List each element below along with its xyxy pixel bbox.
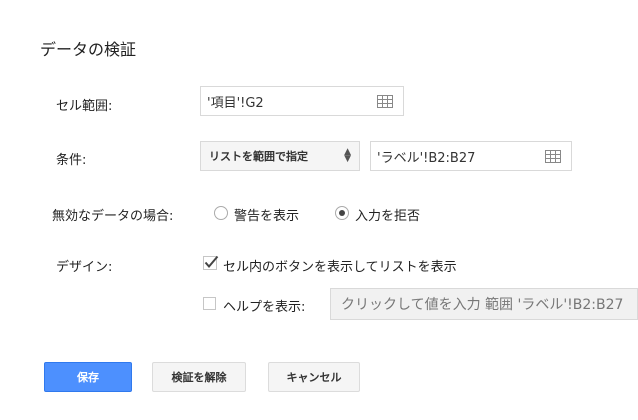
- design-label: デザイン:: [56, 260, 113, 275]
- radio-show-warning-label[interactable]: 警告を表示: [234, 205, 299, 224]
- select-arrows-icon: ▲ ▼: [344, 147, 351, 164]
- criteria-type-select[interactable]: リストを範囲で指定 ▲ ▼: [200, 141, 360, 171]
- cell-range-label: セル範囲:: [56, 99, 113, 114]
- cell-range-value: '項目'!G2: [207, 95, 264, 111]
- cancel-button[interactable]: キャンセル: [268, 362, 360, 392]
- checkbox-show-help[interactable]: [203, 297, 216, 310]
- remove-validation-button[interactable]: 検証を解除: [152, 362, 246, 392]
- criteria-range-value: 'ラベル'!B2:B27: [377, 150, 476, 166]
- criteria-range-input[interactable]: 'ラベル'!B2:B27: [370, 141, 572, 171]
- help-text-value: クリックして値を入力 範囲 'ラベル'!B2:B27: [341, 297, 624, 313]
- invalid-data-label: 無効なデータの場合:: [52, 209, 174, 224]
- checkbox-show-button[interactable]: [203, 255, 219, 270]
- checkbox-show-help-label[interactable]: ヘルプを表示:: [223, 296, 305, 315]
- grid-icon[interactable]: [545, 150, 561, 163]
- criteria-label: 条件:: [56, 153, 87, 168]
- cell-range-input[interactable]: '項目'!G2: [200, 86, 404, 116]
- criteria-type-value: リストを範囲で指定: [209, 150, 308, 163]
- checkbox-show-button-label[interactable]: セル内のボタンを表示してリストを表示: [223, 256, 457, 275]
- radio-reject-input-label[interactable]: 入力を拒否: [355, 205, 420, 224]
- help-text-input[interactable]: クリックして値を入力 範囲 'ラベル'!B2:B27: [330, 288, 638, 320]
- radio-reject-input[interactable]: [335, 206, 349, 220]
- dialog-title: データの検証: [40, 40, 137, 59]
- radio-show-warning[interactable]: [214, 206, 228, 220]
- grid-icon[interactable]: [377, 95, 393, 108]
- save-button[interactable]: 保存: [44, 362, 132, 392]
